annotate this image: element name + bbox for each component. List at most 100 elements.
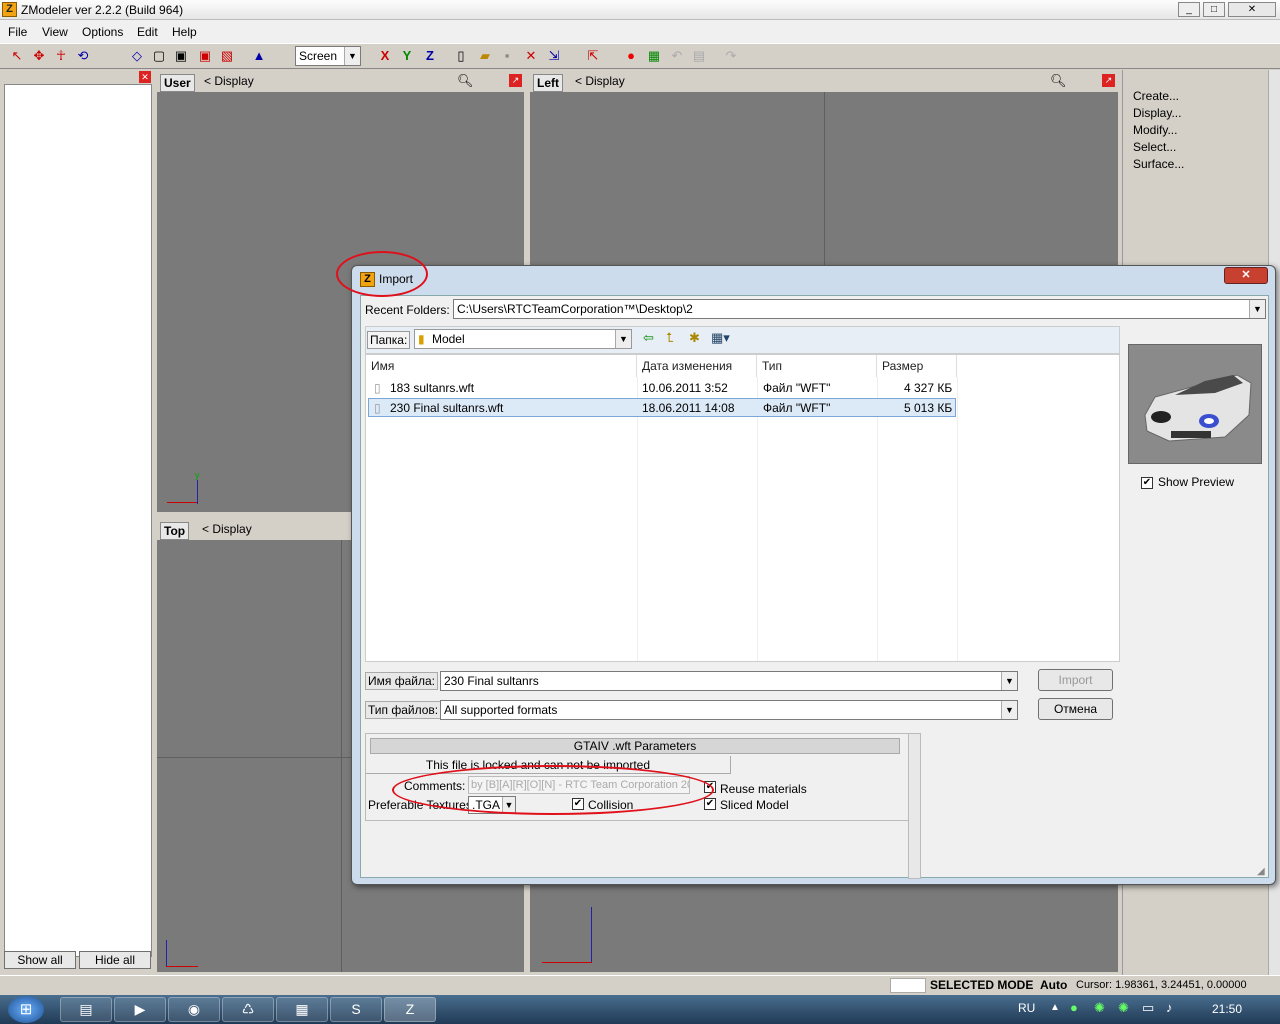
hide-all-button[interactable]: Hide all (79, 951, 151, 969)
firefox-taskbar-icon[interactable]: ◉ (168, 997, 220, 1022)
maximize-button[interactable]: □ (1203, 2, 1225, 17)
close-button[interactable]: ✕ (1228, 2, 1276, 17)
params-title: GTAIV .wft Parameters (370, 738, 900, 754)
viewport-user-name[interactable]: User (160, 74, 195, 92)
viewport-zoom-icon[interactable]: 🔍︎ (1050, 73, 1067, 89)
tray-expand-icon[interactable]: ▲ (1050, 1002, 1060, 1013)
auto-status: Auto (1040, 978, 1068, 992)
viewport-top-name[interactable]: Top (160, 522, 190, 540)
close-icon[interactable]: ✕ (139, 71, 151, 83)
axis-x-toggle[interactable]: X (376, 47, 394, 65)
file-row[interactable]: ▯ 183 sultanrs.wft 10.06.2011 3:52 Файл … (368, 379, 956, 398)
filetype-select[interactable]: All supported formats ▼ (440, 700, 1018, 720)
zmodeler-taskbar-icon[interactable]: Z (384, 997, 436, 1022)
modify-menu-item[interactable]: Modify... (1133, 123, 1177, 137)
select-menu-item[interactable]: Select... (1133, 140, 1176, 154)
delete-icon[interactable]: ✕ (522, 47, 540, 65)
axis-gizmo-x (542, 962, 592, 963)
paint-taskbar-icon[interactable]: ▦ (276, 997, 328, 1022)
new-folder-icon[interactable]: ✱ (689, 330, 700, 346)
params-scrollbar[interactable] (908, 733, 921, 879)
annotation-ellipse (336, 251, 428, 297)
render-icon[interactable]: ▦ (645, 47, 663, 65)
open-folder-icon[interactable]: ▰ (476, 47, 494, 65)
history-icon[interactable]: ▤ (690, 47, 708, 65)
record-icon[interactable]: ● (622, 47, 640, 65)
cube-x-icon[interactable]: ▧ (218, 47, 236, 65)
menu-file[interactable]: File (8, 25, 27, 39)
save-icon[interactable]: ▪ (498, 47, 516, 65)
undo-icon[interactable]: ↶ (668, 47, 686, 65)
move-tool-icon[interactable]: ✥ (30, 47, 48, 65)
volume-icon[interactable]: ♪ (1166, 1000, 1173, 1015)
axis-y-toggle[interactable]: Y (398, 47, 416, 65)
menu-view[interactable]: View (42, 25, 68, 39)
folder-select[interactable]: ▮ Model ▼ (414, 329, 632, 349)
col-date[interactable]: Дата изменения (637, 355, 757, 377)
filename-input[interactable]: 230 Final sultanrs ▼ (440, 671, 1018, 691)
view-select[interactable]: Screen ▼ (295, 46, 361, 66)
main-toolbar: ↖ ✥ ☥ ⟲ ◇ ▢ ▣ ▣ ▧ ▲ Screen ▼ X Y Z ▯ ▰ ▪… (0, 43, 1280, 69)
sliced-model-label: Sliced Model (720, 798, 789, 812)
cube-solid-icon[interactable]: ▣ (172, 47, 190, 65)
triangle-icon[interactable]: ▲ (250, 47, 268, 65)
viewport-maximize-icon[interactable]: ↗ (509, 74, 522, 87)
rotate-tool-icon[interactable]: ⟲ (74, 47, 92, 65)
col-name[interactable]: Имя (366, 355, 637, 377)
up-folder-icon[interactable]: ⮤ (666, 330, 674, 346)
dialog-close-button[interactable]: ✕ (1224, 267, 1268, 284)
viewport-left-name[interactable]: Left (533, 74, 563, 92)
create-menu-item[interactable]: Create... (1133, 89, 1179, 103)
col-type[interactable]: Тип (757, 355, 877, 377)
start-button[interactable]: ⊞ (8, 996, 44, 1023)
media-player-taskbar-icon[interactable]: ▶ (114, 997, 166, 1022)
clock[interactable]: 21:50 (1212, 1002, 1242, 1016)
tray-app-icon[interactable]: ✺ (1094, 1000, 1105, 1016)
network-icon[interactable]: ▭ (1142, 1000, 1154, 1016)
annotation-ellipse (392, 765, 714, 815)
surface-menu-item[interactable]: Surface... (1133, 157, 1184, 171)
cube-red-icon[interactable]: ▣ (196, 47, 214, 65)
column-divider (637, 377, 638, 661)
new-file-icon[interactable]: ▯ (452, 47, 470, 65)
display-menu-item[interactable]: Display... (1133, 106, 1181, 120)
vertex-mode-icon[interactable]: ◇ (128, 47, 146, 65)
col-size[interactable]: Размер (877, 355, 957, 377)
explorer-taskbar-icon[interactable]: ▤ (60, 997, 112, 1022)
import-button[interactable]: Import (1038, 669, 1113, 691)
show-preview-checkbox[interactable]: ✔ (1141, 477, 1153, 489)
minimize-button[interactable]: _ (1178, 2, 1200, 17)
object-tree[interactable] (4, 84, 152, 957)
back-arrow-icon[interactable]: ⇦ (643, 330, 654, 346)
redo-icon[interactable]: ↷ (722, 47, 740, 65)
cube-icon[interactable]: ▢ (150, 47, 168, 65)
show-all-button[interactable]: Show all (4, 951, 76, 969)
viewport-user-display[interactable]: < Display (204, 74, 254, 88)
viewport-zoom-icon[interactable]: 🔍︎ (457, 73, 474, 89)
recent-folders-select[interactable]: C:\Users\RTCTeamCorporation™\Desktop\2 ▼ (453, 299, 1266, 319)
language-indicator[interactable]: RU (1018, 1001, 1035, 1015)
app-taskbar-icon[interactable]: ♺ (222, 997, 274, 1022)
tray-app-icon[interactable]: ✺ (1118, 1000, 1129, 1016)
import-icon[interactable]: ⇲ (545, 47, 563, 65)
resize-grip-icon[interactable]: ◢ (1257, 866, 1269, 878)
folder-label: Папка: (367, 331, 411, 349)
menu-help[interactable]: Help (172, 25, 197, 39)
figure-tool-icon[interactable]: ☥ (52, 47, 70, 65)
select-tool-icon[interactable]: ↖ (8, 47, 26, 65)
viewport-left-display[interactable]: < Display (575, 74, 625, 88)
viewport-maximize-icon[interactable]: ↗ (1102, 74, 1115, 87)
file-row-selected[interactable]: ▯ 230 Final sultanrs.wft 18.06.2011 14:0… (368, 398, 956, 417)
sliced-model-checkbox[interactable]: ✔ (704, 798, 716, 810)
export-icon[interactable]: ⇱ (584, 47, 602, 65)
view-menu-icon[interactable]: ▦▾ (711, 330, 730, 346)
status-field (890, 978, 926, 993)
file-list[interactable]: Имя Дата изменения Тип Размер ▯ 183 sult… (365, 354, 1120, 662)
cancel-button[interactable]: Отмена (1038, 698, 1113, 720)
skype-taskbar-icon[interactable]: S (330, 997, 382, 1022)
axis-z-toggle[interactable]: Z (421, 47, 439, 65)
tray-app-icon[interactable]: ● (1070, 1000, 1078, 1015)
menu-edit[interactable]: Edit (137, 25, 158, 39)
viewport-top-display[interactable]: < Display (202, 522, 252, 536)
menu-options[interactable]: Options (82, 25, 123, 39)
